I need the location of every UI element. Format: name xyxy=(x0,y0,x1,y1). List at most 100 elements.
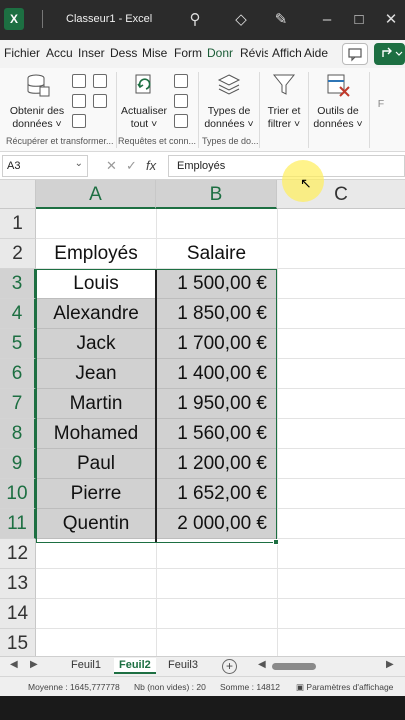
existing-connections-icon[interactable] xyxy=(72,114,86,128)
from-text-icon[interactable] xyxy=(72,74,86,88)
fill-handle[interactable] xyxy=(273,539,279,545)
row-header-13[interactable]: 13 xyxy=(0,569,36,599)
close-icon[interactable]: ✕ xyxy=(380,9,402,31)
tab-affichage[interactable]: Affich xyxy=(272,46,301,60)
cell-b3[interactable]: 1 500,00 € xyxy=(157,269,277,299)
database-icon xyxy=(27,74,50,97)
cell-b5[interactable]: 1 700,00 € xyxy=(157,329,277,359)
ribbon-separator xyxy=(259,72,260,148)
cell-a10[interactable]: Pierre xyxy=(36,479,156,509)
cell-b8[interactable]: 1 560,00 € xyxy=(157,419,277,449)
search-icon[interactable]: ⚲ xyxy=(184,9,206,31)
row-header-12[interactable]: 12 xyxy=(0,539,36,569)
sheet-tab-feuil1[interactable]: Feuil1 xyxy=(66,658,106,672)
refresh-all-button[interactable]: Actualiser tout ˅ xyxy=(118,72,170,131)
row-header-2[interactable]: 2 xyxy=(0,239,36,269)
cell-b7[interactable]: 1 950,00 € xyxy=(157,389,277,419)
row-header-3[interactable]: 3 xyxy=(0,269,36,299)
row-header-7[interactable]: 7 xyxy=(0,389,36,419)
cell-a11[interactable]: Quentin xyxy=(36,509,156,539)
comments-button[interactable] xyxy=(342,43,368,65)
enter-icon[interactable]: ✓ xyxy=(126,158,137,174)
select-all-corner[interactable] xyxy=(0,180,36,209)
maximize-icon[interactable]: □ xyxy=(348,9,370,31)
tab-aide[interactable]: Aide xyxy=(304,46,330,60)
tab-fichier[interactable]: Fichier xyxy=(4,46,40,60)
row-header-8[interactable]: 8 xyxy=(0,419,36,449)
tab-donnees[interactable]: Donr xyxy=(207,46,236,60)
pen-icon[interactable]: ✎ xyxy=(270,9,292,31)
recent-sources-icon[interactable] xyxy=(93,94,107,108)
refresh-icon xyxy=(135,74,151,94)
cell-b4[interactable]: 1 850,00 € xyxy=(157,299,277,329)
chevron-down-icon[interactable]: ⌄ xyxy=(75,158,83,169)
row-header-10[interactable]: 10 xyxy=(0,479,36,509)
insert-function-icon[interactable]: fx xyxy=(146,158,156,173)
cell-a8[interactable]: Mohamed xyxy=(36,419,156,449)
get-data-button[interactable]: Obtenir des données ˅ xyxy=(6,72,68,131)
column-header-b[interactable]: B xyxy=(156,180,277,209)
row-header-15[interactable]: 15 xyxy=(0,629,36,656)
queries-connections-icon[interactable] xyxy=(174,74,188,88)
from-web-icon[interactable] xyxy=(93,74,107,88)
row-header-1[interactable]: 1 xyxy=(0,209,36,239)
row-header-5[interactable]: 5 xyxy=(0,329,36,359)
display-settings-button[interactable]: ▣ Paramètres d'affichage xyxy=(296,682,393,693)
cell-a9[interactable]: Paul xyxy=(36,449,156,479)
header-cell-salaire[interactable]: Salaire xyxy=(156,239,277,269)
data-tools-button[interactable]: Outils de données ˅ xyxy=(310,72,366,131)
row-header-14[interactable]: 14 xyxy=(0,599,36,629)
properties-icon[interactable] xyxy=(174,94,188,108)
gridline xyxy=(36,568,405,569)
sheet-tab-feuil3[interactable]: Feuil3 xyxy=(163,658,203,672)
mouse-cursor-icon: ↖ xyxy=(300,175,312,191)
cell-b9[interactable]: 1 200,00 € xyxy=(157,449,277,479)
row-header-11[interactable]: 11 xyxy=(0,509,36,539)
tab-accueil[interactable]: Accu xyxy=(46,46,74,60)
scroll-right-icon[interactable]: ▶ xyxy=(386,659,394,670)
tab-insertion[interactable]: Inser xyxy=(78,46,106,60)
minimize-icon[interactable]: – xyxy=(316,9,338,31)
gridline xyxy=(36,598,405,599)
ribbon-overflow[interactable]: F xyxy=(374,98,388,111)
sheet-prev-icon[interactable]: ◀ xyxy=(10,659,18,670)
add-sheet-icon[interactable]: + xyxy=(222,659,237,674)
scroll-left-icon[interactable]: ◀ xyxy=(258,659,266,670)
tab-dessin[interactable]: Dessi xyxy=(110,46,138,60)
row-header-4[interactable]: 4 xyxy=(0,299,36,329)
sort-filter-button[interactable]: Trier et filtrer ˅ xyxy=(262,72,306,131)
ribbon-tabs: Fichier Accu Inser Dessi Mise Form Donr … xyxy=(0,40,405,68)
edit-links-icon[interactable] xyxy=(174,114,188,128)
cancel-icon[interactable]: ✕ xyxy=(106,158,117,174)
name-box[interactable]: A3 ⌄ xyxy=(2,155,88,177)
cell-a3[interactable]: Louis xyxy=(36,269,156,299)
cell-b11[interactable]: 2 000,00 € xyxy=(157,509,277,539)
tab-revision[interactable]: Révis xyxy=(240,46,268,60)
row-header-6[interactable]: 6 xyxy=(0,359,36,389)
header-cell-employes[interactable]: Employés xyxy=(36,239,156,269)
cell-b10[interactable]: 1 652,00 € xyxy=(157,479,277,509)
from-table-icon[interactable] xyxy=(72,94,86,108)
share-button[interactable] xyxy=(374,43,405,65)
tab-formules[interactable]: Form xyxy=(174,46,202,60)
cell-a7[interactable]: Martin xyxy=(36,389,156,419)
tab-mise-en-page[interactable]: Mise xyxy=(142,46,169,60)
name-box-value: A3 xyxy=(7,160,21,172)
row-header-9[interactable]: 9 xyxy=(0,449,36,479)
sheet-next-icon[interactable]: ▶ xyxy=(30,659,38,670)
cell-a6[interactable]: Jean xyxy=(36,359,156,389)
column-header-a[interactable]: A xyxy=(36,180,156,209)
sheet-tab-feuil2[interactable]: Feuil2 xyxy=(114,658,156,674)
status-average: Moyenne : 1645,777778 xyxy=(28,682,120,692)
horizontal-scrollbar[interactable] xyxy=(272,663,316,670)
worksheet-grid[interactable]: A B C 1 2 3 4 5 6 7 8 9 10 11 12 13 14 15 Employés Sal… xyxy=(0,180,405,656)
formula-bar: A3 ⌄ ✕ ✓ fx Employés xyxy=(0,152,405,180)
diamond-icon[interactable]: ◇ xyxy=(230,9,252,31)
cell-a4[interactable]: Alexandre xyxy=(36,299,156,329)
sheet-tab-bar: ◀ ▶ Feuil1 Feuil2 Feuil3 + ◀ ▶ xyxy=(0,656,405,676)
cell-b6[interactable]: 1 400,00 € xyxy=(157,359,277,389)
cell-a5[interactable]: Jack xyxy=(36,329,156,359)
group-label-get-transform: Récupérer et transformer... xyxy=(6,136,114,146)
data-types-button[interactable]: Types de données ˅ xyxy=(202,72,256,131)
display-settings-icon: ▣ xyxy=(296,682,305,692)
